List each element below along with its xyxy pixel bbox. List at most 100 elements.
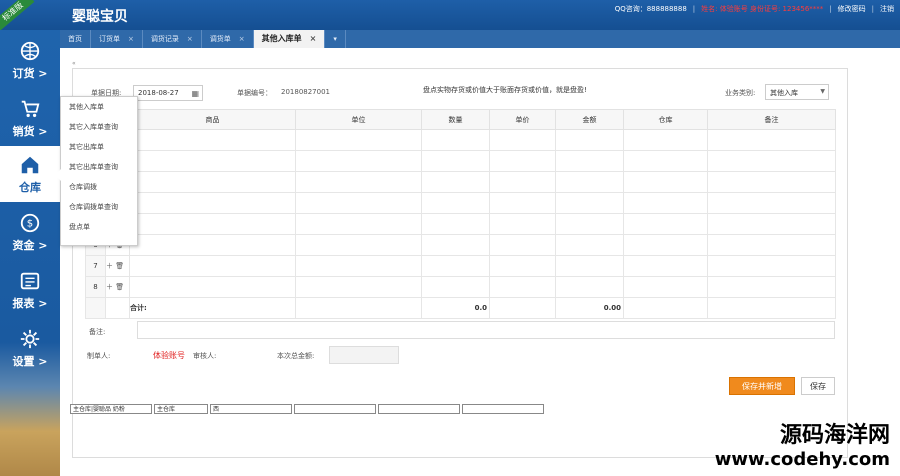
row-number: 8: [85, 276, 106, 298]
submenu-item[interactable]: 盘点单: [61, 217, 137, 237]
sidebar-item-reports[interactable]: 报表 >: [0, 262, 60, 318]
row-ops[interactable]: ＋ 🗑: [105, 255, 130, 277]
tab-label: 首页: [68, 35, 82, 43]
col-amount: 金额: [555, 109, 624, 130]
total-amount-label: 本次总金额:: [277, 352, 315, 360]
bottom-field[interactable]: 西: [210, 404, 292, 414]
change-password-link[interactable]: 修改密码: [838, 4, 866, 14]
coin-icon: $: [20, 213, 40, 233]
sum-amount: 0.00: [555, 297, 624, 319]
sidebar-item-order[interactable]: 订货 >: [0, 32, 60, 88]
sidebar-item-funds[interactable]: $ 资金 >: [0, 204, 60, 260]
sidebar-item-label: 资金 >: [12, 239, 48, 252]
separator: |: [871, 5, 874, 13]
sidebar-item-sales[interactable]: 销货 >: [0, 90, 60, 146]
table-row[interactable]: 1＋ 🗑: [85, 129, 836, 151]
close-icon[interactable]: ×: [128, 30, 134, 48]
bottom-field[interactable]: [462, 404, 544, 414]
submenu-item[interactable]: 其它出库单: [61, 137, 137, 157]
save-and-new-button[interactable]: 保存并新增: [729, 377, 795, 395]
table-header-row: 商品 单位 数量 单价 金额 仓库 备注: [85, 109, 836, 130]
maker-name: 体验账号: [153, 351, 185, 360]
sum-quantity: 0.0: [421, 297, 490, 319]
bottom-field-strip: 主仓库|婴聪品 奶粉 主仓库 西: [70, 404, 544, 414]
watermark-line1: 源码海洋网: [779, 423, 890, 448]
tab-other-inbound[interactable]: 其他入库单 ×: [253, 30, 326, 48]
gear-icon: [20, 329, 40, 349]
top-right-links: QQ咨询：888888888 | 姓名: 体验账号 身份证号: 123456**…: [615, 4, 894, 14]
tab-label: 其他入库单: [261, 34, 302, 43]
edition-ribbon: 标准版: [0, 0, 35, 32]
sidebar-item-label: 仓库: [19, 181, 41, 194]
home-icon: [21, 156, 39, 174]
col-price: 单价: [489, 109, 556, 130]
tab-label: 订货单: [99, 35, 120, 43]
business-type-label: 业务类别:: [725, 89, 756, 97]
sidebar-item-settings[interactable]: 设置 >: [0, 320, 60, 376]
col-unit: 单位: [295, 109, 422, 130]
table-row[interactable]: 2＋ 🗑: [85, 150, 836, 172]
top-bar: 标准版 婴聪宝贝 QQ咨询：888888888 | 姓名: 体验账号 身份证号:…: [0, 0, 900, 32]
table-row[interactable]: 4＋ 🗑: [85, 192, 836, 214]
close-icon[interactable]: ×: [310, 30, 317, 48]
user-info: 姓名: 体验账号 身份证号: 123456****: [701, 5, 824, 13]
submenu-arrow: [55, 169, 61, 181]
bottom-field[interactable]: [378, 404, 460, 414]
table-row[interactable]: 7 ＋ 🗑: [85, 255, 836, 277]
tab-label: 调货单: [209, 35, 231, 43]
business-type-select[interactable]: 其他入库 ▼: [765, 84, 829, 100]
bottom-field[interactable]: [294, 404, 376, 414]
bill-number-label: 单据编号：: [237, 89, 272, 97]
table-row[interactable]: 5＋ 🗑: [85, 213, 836, 235]
cart-icon: [21, 100, 40, 118]
sidebar: 订货 > 销货 > 仓库 $ 资金 > 报表 > 设置 >: [0, 30, 60, 476]
bottom-field[interactable]: 主仓库|婴聪品 奶粉: [70, 404, 152, 414]
total-amount-input[interactable]: [329, 346, 399, 364]
submenu-item[interactable]: 其它入库单查询: [61, 117, 137, 137]
sidebar-item-label: 订货 >: [12, 67, 48, 80]
tab-more[interactable]: ▾: [325, 30, 346, 48]
watermark-line2: www.codehy.com: [714, 449, 890, 470]
collapse-icon[interactable]: «: [72, 60, 76, 67]
sidebar-item-label: 设置 >: [12, 355, 48, 368]
brand-title: 婴聪宝贝: [72, 9, 128, 25]
table-row[interactable]: 3＋ 🗑: [85, 171, 836, 193]
site-watermark: 源码海洋网 www.codehy.com: [715, 417, 890, 470]
submenu-item[interactable]: 仓库调拨单查询: [61, 197, 137, 217]
reviewer-label: 审核人:: [193, 352, 217, 360]
tab-transfer[interactable]: 调货单 ×: [202, 30, 254, 48]
bottom-field[interactable]: 主仓库: [154, 404, 208, 414]
sidebar-item-label: 报表 >: [12, 297, 48, 310]
notes-input[interactable]: [137, 321, 835, 339]
tab-home[interactable]: 首页: [60, 30, 91, 48]
table-row[interactable]: 8 ＋ 🗑: [85, 276, 836, 298]
col-quantity: 数量: [421, 109, 490, 130]
save-button[interactable]: 保存: [801, 377, 835, 395]
tab-transfer-record[interactable]: 调货记录 ×: [143, 30, 202, 48]
maker-label: 制单人:: [87, 352, 111, 360]
logout-link[interactable]: 注销: [880, 4, 894, 14]
svg-text:$: $: [27, 219, 33, 230]
date-value: 2018-08-27: [138, 89, 179, 97]
tab-label: 调货记录: [150, 35, 179, 43]
chevron-down-icon: ▾: [333, 35, 337, 43]
col-notes: 备注: [707, 109, 836, 130]
close-icon[interactable]: ×: [239, 30, 245, 48]
warehouse-submenu: 其他入库单 其它入库单查询 其它出库单 其它出库单查询 仓库调拨 仓库调拨单查询…: [55, 96, 138, 246]
business-type-value: 其他入库: [770, 89, 798, 97]
form-panel: 单据日期: 2018-08-27 ▦ 单据编号： 20180827001 盘点实物…: [72, 68, 848, 458]
tab-order[interactable]: 订货单 ×: [91, 30, 143, 48]
table-row[interactable]: 6＋ 🗑: [85, 234, 836, 256]
separator: |: [829, 5, 832, 13]
close-icon[interactable]: ×: [187, 30, 193, 48]
sidebar-item-warehouse[interactable]: 仓库: [0, 146, 60, 202]
globe-icon: [20, 41, 40, 61]
chevron-down-icon: ▼: [820, 88, 825, 95]
date-input[interactable]: 2018-08-27 ▦: [133, 85, 203, 101]
row-ops[interactable]: ＋ 🗑: [105, 276, 130, 298]
submenu-item[interactable]: 仓库调拨: [61, 177, 137, 197]
inventory-notice: 盘点实物存货或价值大于账面存货或价值，就是盘盈!: [423, 86, 587, 94]
submenu-item[interactable]: 其他入库单: [61, 97, 137, 117]
submenu-item[interactable]: 其它出库单查询: [61, 157, 137, 177]
calendar-icon[interactable]: ▦: [191, 89, 199, 98]
